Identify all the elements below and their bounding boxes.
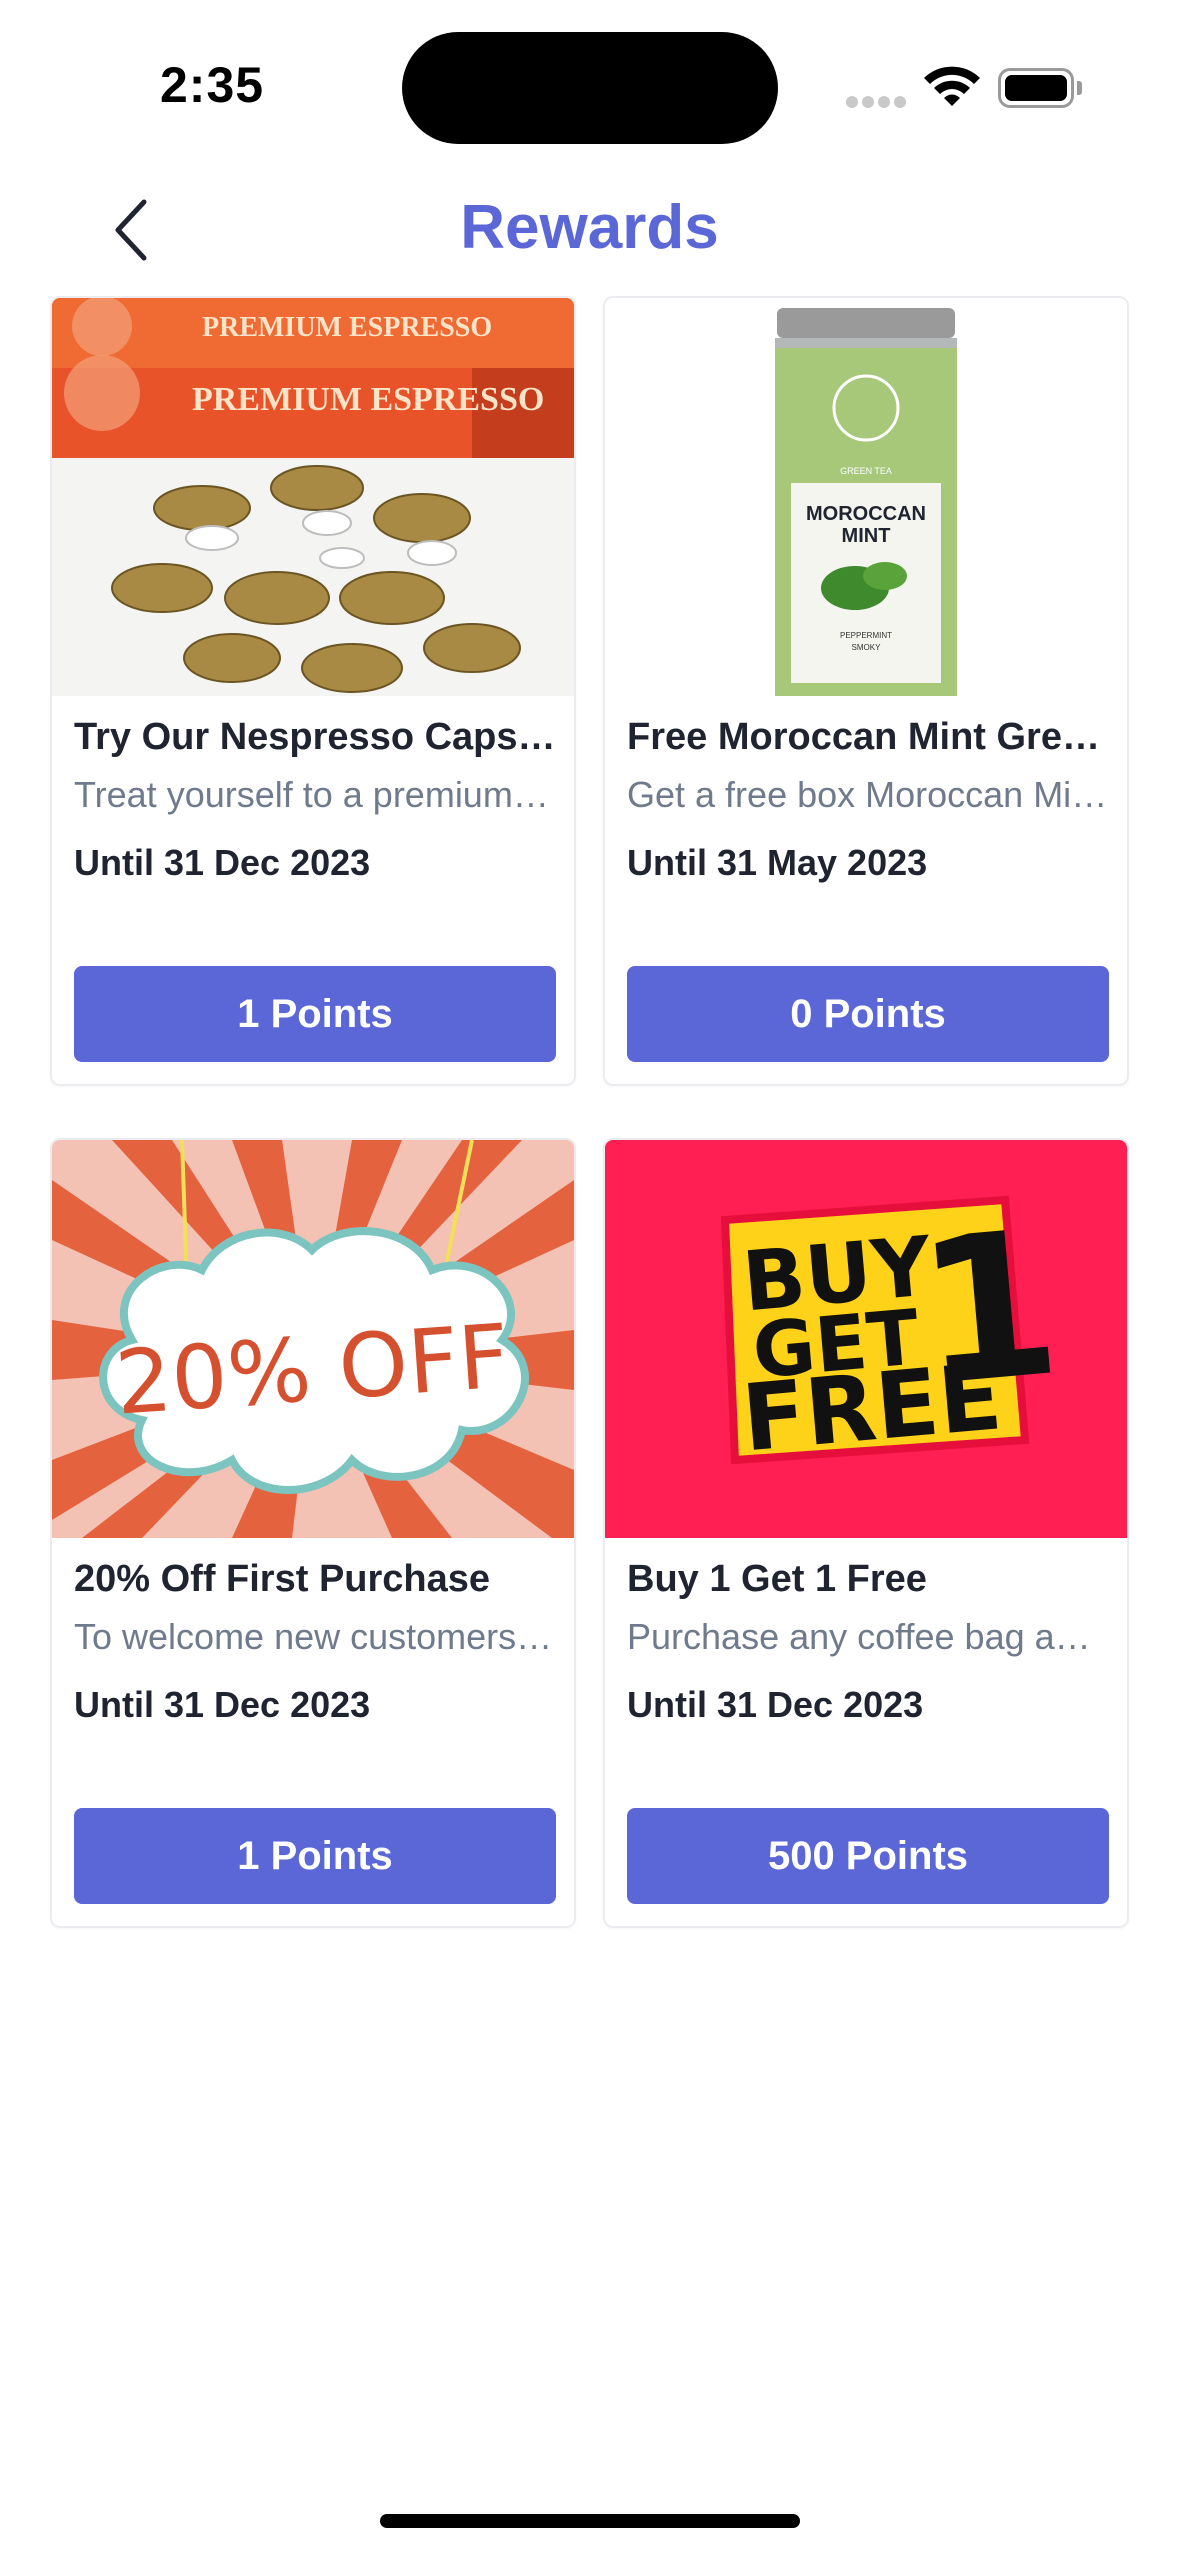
tin-label-1: MOROCCAN bbox=[806, 503, 926, 525]
reward-expiry: Until 31 Dec 2023 bbox=[627, 1684, 924, 1725]
redeem-points-button[interactable]: 500 Points bbox=[627, 1808, 1109, 1904]
reward-image-twenty-off: 20% OFF bbox=[52, 1140, 574, 1538]
status-time: 2:35 bbox=[160, 57, 265, 113]
dynamic-island bbox=[402, 32, 778, 144]
reward-description: Get a free box Moroccan Mint Green Tea bbox=[627, 774, 1109, 815]
bogo-text-one: 1 bbox=[909, 1187, 1068, 1431]
reward-description: Treat yourself to a premium coffee exper… bbox=[74, 774, 556, 815]
reward-title: Free Moroccan Mint Green Tea bbox=[627, 716, 1109, 758]
reward-image-nespresso: PREMIUM ESPRESSO PREMIUM ESPRESSO bbox=[52, 298, 574, 696]
reward-title: Try Our Nespresso Capsules bbox=[74, 716, 556, 758]
battery-icon bbox=[998, 68, 1082, 108]
tin-label-4: PEPPERMINT bbox=[840, 631, 892, 640]
cellular-signal-icon bbox=[846, 96, 906, 108]
tin-label-2: MINT bbox=[842, 525, 891, 547]
reward-image-moroccan-mint: MOROCCAN MINT GREEN TEA PEPPERMINT SMOKY bbox=[605, 298, 1127, 696]
reward-title: Buy 1 Get 1 Free bbox=[627, 1558, 927, 1600]
nespresso-box-text-2: PREMIUM ESPRESSO bbox=[192, 381, 544, 418]
reward-card[interactable]: PREMIUM ESPRESSO PREMIUM ESPRESSO Try Ou… bbox=[50, 296, 576, 1086]
reward-card[interactable]: 20% OFF 20% Off First Purchase To welcom… bbox=[50, 1138, 576, 1928]
nespresso-box-text-1: PREMIUM ESPRESSO bbox=[202, 312, 492, 343]
wifi-icon bbox=[924, 66, 980, 106]
status-bar: 2:35 bbox=[0, 0, 1179, 160]
nav-bar: Rewards bbox=[0, 170, 1179, 290]
reward-card[interactable]: BUY GET FREE 1 Buy 1 Get 1 Free Purchase… bbox=[603, 1138, 1129, 1928]
reward-title: 20% Off First Purchase bbox=[74, 1558, 491, 1600]
reward-expiry: Until 31 Dec 2023 bbox=[74, 1684, 371, 1725]
reward-description: Purchase any coffee bag and get another … bbox=[627, 1616, 1109, 1657]
reward-description: To welcome new customers to our store bbox=[74, 1616, 556, 1657]
page-title: Rewards bbox=[460, 193, 719, 262]
tin-label-3: GREEN TEA bbox=[840, 466, 892, 476]
redeem-points-button[interactable]: 0 Points bbox=[627, 966, 1109, 1062]
reward-card[interactable]: MOROCCAN MINT GREEN TEA PEPPERMINT SMOKY… bbox=[603, 296, 1129, 1086]
tin-label-5: SMOKY bbox=[852, 643, 882, 652]
reward-image-buy-one-get-one: BUY GET FREE 1 bbox=[605, 1140, 1127, 1538]
reward-expiry: Until 31 May 2023 bbox=[627, 842, 928, 883]
redeem-points-button[interactable]: 1 Points bbox=[74, 966, 556, 1062]
reward-expiry: Until 31 Dec 2023 bbox=[74, 842, 371, 883]
redeem-points-button[interactable]: 1 Points bbox=[74, 1808, 556, 1904]
home-indicator[interactable] bbox=[380, 2514, 800, 2528]
